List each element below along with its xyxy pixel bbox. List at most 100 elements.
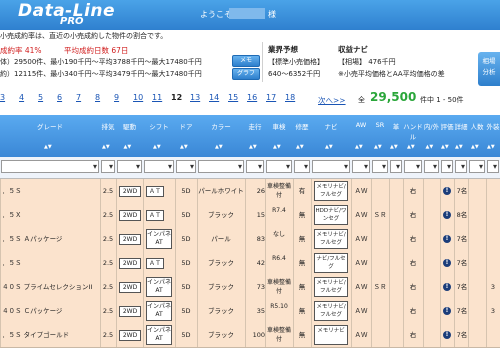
table-row[interactable]: ．５Ｓ Ａパッケージ 2.5 2WD インパネAT 5D パール 83 なし無メモリナビ/フル… (0, 227, 500, 252)
filter-select-history[interactable] (294, 160, 310, 173)
cell-exterior (486, 203, 500, 227)
forecast-standard-price: 【標準小売価格】 (268, 58, 324, 66)
filter-select-exterior[interactable] (487, 160, 499, 173)
detail-info-icon[interactable]: ! (443, 235, 451, 243)
table-row[interactable]: ．５Ｓ タイプゴールド 2.5 2WD インパネAT 5D ブラック 100 車検整備付無メモ… (0, 323, 500, 348)
sort-icon[interactable]: ▲▼ (296, 144, 304, 150)
cell-navi: メモリナビ (314, 325, 348, 345)
market-analysis-button[interactable]: 相場 分析 (478, 52, 500, 86)
graph-button[interactable]: グラフ (232, 68, 260, 80)
sort-icon[interactable]: ▲▼ (124, 144, 132, 150)
filter-select-sr[interactable] (372, 160, 388, 173)
cell-history: 無 (298, 331, 306, 339)
sort-icon[interactable]: ▲▼ (426, 144, 434, 150)
page-link-15[interactable]: 15 (228, 93, 238, 102)
cell-leather (389, 299, 403, 323)
page-link-17[interactable]: 17 (266, 93, 276, 102)
filter-select-navi[interactable] (312, 160, 350, 173)
cell-navi: メモリナビ/フルセグ (314, 181, 348, 201)
filter-select-shift[interactable] (144, 160, 174, 173)
sort-icon[interactable]: ▲▼ (249, 144, 257, 150)
page-link-18[interactable]: 18 (285, 93, 295, 102)
filter-select-inspection[interactable] (266, 160, 292, 173)
page-link-4[interactable]: 4 (19, 93, 24, 102)
column-divider (311, 203, 312, 227)
filter-select-door[interactable] (176, 160, 196, 173)
memo-button[interactable]: メモ (232, 55, 260, 67)
sort-icon[interactable]: ▲▼ (407, 144, 415, 150)
detail-info-icon[interactable]: ! (443, 307, 451, 315)
page-link-16[interactable]: 16 (247, 93, 257, 102)
filter-select-drive[interactable] (117, 160, 142, 173)
user-name-redacted (229, 8, 265, 19)
sort-icon[interactable]: ▲▼ (390, 144, 398, 150)
detail-info-icon[interactable]: ! (443, 331, 451, 339)
table-row[interactable]: ．５Ｓ 2.5 2WD ＡＴ 5D ブラック 42 R6.4 無ナビ/フルセグ ＡＷ 右! 7名 (0, 251, 500, 276)
filter-select-handle[interactable] (404, 160, 422, 173)
detail-info-icon[interactable]: ! (443, 259, 451, 267)
sort-icon[interactable]: ▲▼ (215, 144, 223, 150)
detail-info-icon[interactable]: ! (443, 283, 451, 291)
column-divider (143, 323, 144, 347)
next-page-link[interactable]: 次へ>> (318, 95, 346, 106)
cell-aw: ＡＷ (354, 259, 368, 267)
filter-select-displacement[interactable] (101, 160, 115, 173)
cell-history: 無 (298, 235, 306, 243)
column-divider (143, 275, 144, 299)
column-header-seats: 人数 (470, 123, 484, 131)
page-link-8[interactable]: 8 (95, 93, 100, 102)
filter-select-rating[interactable] (441, 160, 453, 173)
page-link-9[interactable]: 9 (114, 93, 119, 102)
sort-icon[interactable]: ▲▼ (180, 144, 188, 150)
table-row[interactable]: ．５Ｓ 2.5 2WD ＡＴ 5D パールホワイト 26 車検整備付有メモリナビ/フルセグ ＡＷ… (0, 179, 500, 204)
sort-icon[interactable]: ▲▼ (273, 144, 281, 150)
cell-shift: インパネAT (146, 229, 172, 249)
filter-select-inout[interactable] (424, 160, 439, 173)
sort-icon[interactable]: ▲▼ (325, 144, 333, 150)
page-link-5[interactable]: 5 (38, 93, 43, 102)
page-link-10[interactable]: 10 (133, 93, 143, 102)
sort-icon[interactable]: ▲▼ (374, 144, 382, 150)
page-link-3[interactable]: 3 (0, 93, 5, 102)
table-row[interactable]: ４０Ｓ プライムセレクションII 2.5 2WD インパネAT 5D ブラック 73 車検整備… (0, 275, 500, 300)
column-header-mileage: 走行 (248, 123, 262, 131)
sort-icon[interactable]: ▲▼ (441, 144, 449, 150)
cell-mileage: 100 (252, 331, 265, 339)
filter-select-detail[interactable] (455, 160, 467, 173)
column-divider (143, 227, 144, 251)
page-link-7[interactable]: 7 (76, 93, 81, 102)
page-link-11[interactable]: 11 (152, 93, 162, 102)
column-divider (116, 179, 117, 203)
cell-color: ブラック (208, 331, 234, 339)
table-row[interactable]: ．５Ｘ 2.5 2WD ＡＴ 5D ブラック 15 R7.4 無 HDDナビ/ワンセグ ＡＷ ＳＲ 右!… (0, 203, 500, 228)
filter-select-aw[interactable] (352, 160, 370, 173)
filter-select-seats[interactable] (469, 160, 485, 173)
filter-select-color[interactable] (198, 160, 244, 173)
page-link-12[interactable]: 12 (171, 93, 182, 102)
detail-info-icon[interactable]: ! (443, 211, 451, 219)
detail-info-icon[interactable]: ! (443, 187, 451, 195)
summary-line-2: 約）12115件、最小340千円〜平均3479千円〜最大17480千円 (0, 70, 202, 78)
page-link-6[interactable]: 6 (57, 93, 62, 102)
cell-shift: ＡＴ (146, 210, 164, 221)
sort-icon[interactable]: ▲▼ (471, 144, 479, 150)
total-label: 全 (358, 96, 365, 104)
sort-icon[interactable]: ▲▼ (487, 144, 495, 150)
page-link-14[interactable]: 14 (209, 93, 219, 102)
sort-icon[interactable]: ▲▼ (102, 144, 110, 150)
filter-select-leather[interactable] (390, 160, 402, 173)
app-logo-sub: PRO (60, 16, 84, 27)
cell-navi: ナビ/フルセグ (314, 253, 348, 273)
sort-icon[interactable]: ▲▼ (455, 144, 463, 150)
sort-icon[interactable]: ▲▼ (153, 144, 161, 150)
filter-select-grade[interactable] (1, 160, 99, 173)
column-header-handle: ハンドル (403, 123, 423, 141)
filter-select-mileage[interactable] (246, 160, 264, 173)
cell-grade: ４０Ｓ プライムセレクションII (2, 283, 93, 291)
table-row[interactable]: ４０Ｓ Ｃパッケージ 2.5 2WD インパネAT 5D ブラック 35 R5.10 無メモリナ… (0, 299, 500, 324)
cell-displacement: 2.5 (102, 211, 114, 219)
sort-icon[interactable]: ▲▼ (44, 144, 52, 150)
page-link-13[interactable]: 13 (190, 93, 200, 102)
filter-row (0, 157, 500, 179)
sort-icon[interactable]: ▲▼ (355, 144, 363, 150)
